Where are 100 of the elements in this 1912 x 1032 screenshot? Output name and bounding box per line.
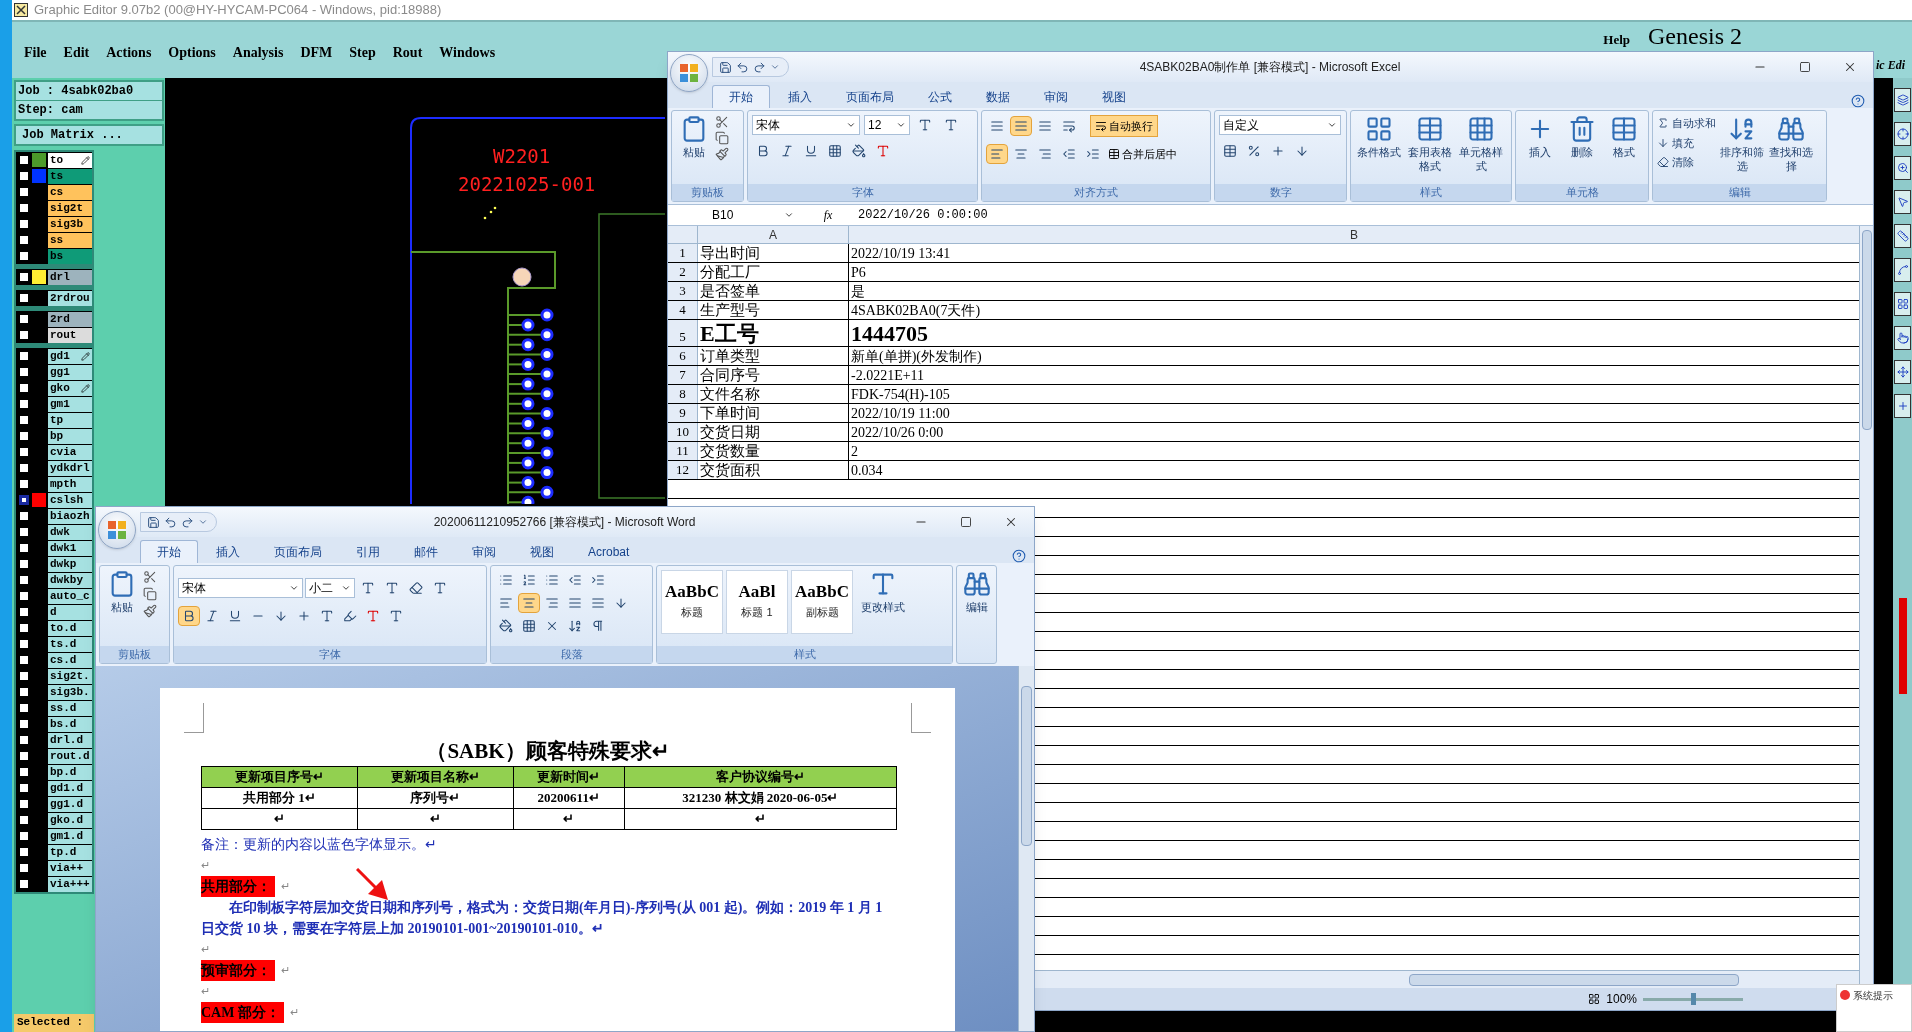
font-field[interactable]: 宋体: [752, 115, 860, 135]
cell-button[interactable]: 插入: [1520, 115, 1560, 159]
layer-row[interactable]: bs: [48, 248, 92, 264]
ribbon-tab[interactable]: 公式: [912, 85, 968, 108]
layer-row[interactable]: gko: [48, 380, 92, 396]
notification-popup[interactable]: 系统提示: [1836, 984, 1912, 1032]
merge-center-button[interactable]: 合并后居中: [1106, 143, 1179, 165]
style-gallery-item[interactable]: AaBl 标题 1: [726, 570, 788, 634]
layer-row[interactable]: gd1: [48, 348, 92, 364]
edit-menu-button[interactable]: 自动求和: [1657, 115, 1716, 132]
ribbon-tab[interactable]: 审阅: [456, 540, 512, 563]
edit-menu-button[interactable]: 清除: [1657, 154, 1716, 171]
style-button[interactable]: 单元格样式: [1457, 115, 1505, 173]
layer-row[interactable]: biaozh: [48, 508, 92, 524]
paste-button[interactable]: 粘贴: [676, 115, 712, 159]
layer-row[interactable]: cs.d: [48, 652, 92, 668]
layer-row[interactable]: bs.d: [48, 716, 92, 732]
layer-row[interactable]: sig2t.: [48, 668, 92, 684]
job-matrix-button[interactable]: Job Matrix ...: [14, 124, 164, 146]
layer-row[interactable]: gko.d: [48, 812, 92, 828]
layer-row[interactable]: dwkp: [48, 556, 92, 572]
layer-row[interactable]: dwkby: [48, 572, 92, 588]
layer-row[interactable]: to.d: [48, 620, 92, 636]
ribbon-tab[interactable]: 开始: [712, 85, 770, 108]
layer-row[interactable]: mpth: [48, 476, 92, 492]
ribbon-tab[interactable]: 数据: [970, 85, 1026, 108]
ribbon-tab[interactable]: 页面布局: [258, 540, 338, 563]
layer-row[interactable]: ts: [48, 168, 92, 184]
layer-row[interactable]: d: [48, 604, 92, 620]
row-header[interactable]: 6: [668, 347, 698, 365]
layer-row[interactable]: sig3b: [48, 216, 92, 232]
layer-row[interactable]: gm1.d: [48, 828, 92, 844]
layer-row[interactable]: cvia: [48, 444, 92, 460]
style-gallery-item[interactable]: AaBbC 副标题: [791, 570, 853, 634]
column-header[interactable]: A: [698, 226, 849, 243]
number-format-field[interactable]: 自定义: [1219, 115, 1341, 135]
menu-item[interactable]: Actions: [106, 41, 152, 63]
layer-row[interactable]: to: [48, 152, 92, 168]
font-size-field[interactable]: 12: [864, 115, 910, 135]
change-styles-button[interactable]: 更改样式: [856, 570, 910, 614]
row-header[interactable]: 5: [668, 320, 698, 346]
menu-item[interactable]: Rout: [392, 41, 423, 63]
name-box[interactable]: B10: [668, 206, 798, 224]
row-header[interactable]: 10: [668, 423, 698, 441]
row-header[interactable]: 9: [668, 404, 698, 422]
layer-row[interactable]: drl: [48, 269, 92, 285]
paste-button[interactable]: 粘贴: [104, 570, 140, 614]
style-button[interactable]: 条件格式: [1355, 115, 1403, 159]
layer-row[interactable]: via+++: [48, 876, 92, 892]
column-header[interactable]: B: [849, 226, 1859, 243]
row-header[interactable]: 8: [668, 385, 698, 403]
layer-row[interactable]: ss.d: [48, 700, 92, 716]
ribbon-tab[interactable]: 插入: [200, 540, 256, 563]
font-size-field[interactable]: 小二: [305, 578, 355, 598]
menu-item[interactable]: DFM: [300, 41, 333, 63]
layer-row[interactable]: 2rdrou: [48, 290, 92, 306]
layer-row[interactable]: auto_c: [48, 588, 92, 604]
row-header[interactable]: 1: [668, 244, 698, 262]
row-header[interactable]: 7: [668, 366, 698, 384]
layer-row[interactable]: tp: [48, 412, 92, 428]
row-header[interactable]: 11: [668, 442, 698, 460]
menu-item[interactable]: Edit: [63, 41, 90, 63]
layer-row[interactable]: via++: [48, 860, 92, 876]
layer-row[interactable]: 2rd: [48, 311, 92, 327]
layer-row[interactable]: ss: [48, 232, 92, 248]
ribbon-tab[interactable]: 视图: [514, 540, 570, 563]
layer-row[interactable]: cslsh: [48, 492, 92, 508]
sort-filter-button[interactable]: 排序和筛选: [1719, 115, 1765, 173]
wrap-text-button[interactable]: 自动换行: [1090, 115, 1158, 137]
ribbon-tab[interactable]: 视图: [1086, 85, 1142, 108]
layer-row[interactable]: tp.d: [48, 844, 92, 860]
menu-item[interactable]: Analysis: [232, 41, 284, 63]
ribbon-tab[interactable]: 页面布局: [830, 85, 910, 108]
layer-row[interactable]: gg1.d: [48, 796, 92, 812]
menu-item[interactable]: Options: [168, 41, 216, 63]
layer-row[interactable]: gg1: [48, 364, 92, 380]
ribbon-tab[interactable]: Acrobat: [572, 540, 646, 563]
ribbon-tab[interactable]: 审阅: [1028, 85, 1084, 108]
layer-row[interactable]: dwk1: [48, 540, 92, 556]
ribbon-tab[interactable]: 开始: [140, 540, 198, 563]
layer-row[interactable]: gd1.d: [48, 780, 92, 796]
font-field[interactable]: 宋体: [178, 578, 303, 598]
row-header[interactable]: 2: [668, 263, 698, 281]
layer-row[interactable]: dwk: [48, 524, 92, 540]
layer-row[interactable]: gm1: [48, 396, 92, 412]
layer-row[interactable]: rout: [48, 327, 92, 343]
layer-row[interactable]: ydkdrl: [48, 460, 92, 476]
help-menu[interactable]: Help: [1603, 32, 1630, 47]
style-gallery-item[interactable]: AaBbC 标题: [661, 570, 723, 634]
ribbon-tab[interactable]: 插入: [772, 85, 828, 108]
ribbon-tab[interactable]: 邮件: [398, 540, 454, 563]
layer-row[interactable]: rout.d: [48, 748, 92, 764]
layer-row[interactable]: sig3b.: [48, 684, 92, 700]
menu-item[interactable]: File: [24, 41, 47, 63]
menu-item[interactable]: Windows: [439, 41, 496, 63]
row-header[interactable]: 3: [668, 282, 698, 300]
layer-row[interactable]: bp.d: [48, 764, 92, 780]
formula-field[interactable]: 2022/10/26 0:00:00: [858, 206, 1873, 224]
layer-row[interactable]: drl.d: [48, 732, 92, 748]
cell-button[interactable]: 删除: [1562, 115, 1602, 159]
